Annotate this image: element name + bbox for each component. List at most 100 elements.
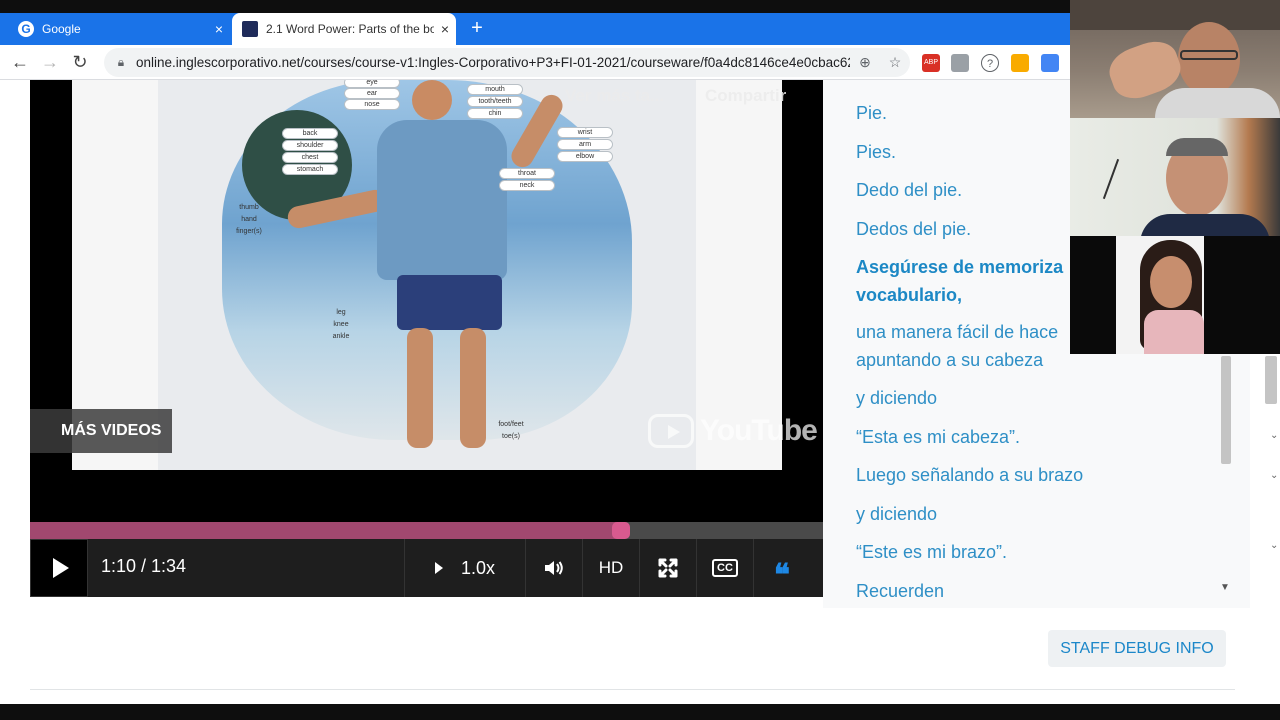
bottom-black-strip — [0, 704, 1280, 720]
person-head — [412, 80, 452, 120]
cc-icon: CC — [712, 559, 738, 577]
label-wrist: wrist — [557, 127, 613, 138]
label-fingers: finger(s) — [236, 228, 262, 235]
zoom-icon[interactable]: ⊕ — [850, 54, 880, 71]
webcam-participant-3 — [1070, 236, 1280, 354]
captions-button[interactable]: CC — [696, 539, 753, 597]
quote-icon: ❝ — [773, 557, 791, 593]
label-toes: toe(s) — [502, 433, 520, 440]
tab-title: 2.1 Word Power: Parts of the bod — [266, 22, 434, 36]
person-shirt — [377, 120, 507, 280]
address-bar[interactable]: 🔒︎ online.inglescorporativo.net/courses/… — [104, 48, 910, 77]
youtube-logo[interactable]: YouTube — [648, 413, 818, 449]
tab-google[interactable]: G Google × — [8, 13, 230, 45]
chevron-icon: ⌄ — [1270, 540, 1279, 551]
tab-title: Google — [42, 22, 81, 36]
label-chest: chest — [282, 152, 338, 163]
label-chin: chin — [467, 108, 523, 119]
transcript-line[interactable]: Luego señalando a su brazo — [856, 461, 1083, 489]
label-nose: nose — [344, 99, 400, 110]
close-tab-icon[interactable]: × — [208, 21, 230, 37]
play-button[interactable] — [30, 539, 88, 597]
close-tab-icon[interactable]: × — [434, 21, 456, 37]
chevron-icon: ⌄ — [1270, 430, 1279, 441]
transcript-line[interactable]: y diciendo — [856, 500, 937, 528]
youtube-wordmark: YouTube — [700, 414, 818, 447]
hd-button[interactable]: HD — [582, 539, 639, 597]
participant-face — [1150, 256, 1192, 308]
transcript-line[interactable]: vocabulario, — [856, 281, 962, 309]
speed-play-icon — [434, 562, 443, 574]
pen-extension-icon[interactable] — [1041, 54, 1059, 72]
label-back: back — [282, 128, 338, 139]
video-player[interactable]: eye ear nose mouth tooth/teeth chin back… — [30, 80, 823, 470]
site-favicon-icon — [242, 21, 258, 37]
label-eye: eye — [344, 80, 400, 88]
scroll-down-arrow-icon[interactable]: ▼ — [1220, 582, 1230, 593]
screen: G Google × 2.1 Word Power: Parts of the … — [0, 0, 1280, 720]
reload-icon[interactable]: ↻ — [66, 45, 94, 80]
label-hand: hand — [241, 216, 257, 223]
transcript-toggle-button[interactable]: ❝ — [753, 539, 810, 597]
label-arm: arm — [557, 139, 613, 150]
new-tab-button[interactable]: + — [466, 17, 488, 39]
player-controls: 1:10 / 1:34 1.0x HD CC ❝ — [30, 539, 823, 597]
time-display: 1:10 / 1:34 — [101, 555, 187, 576]
video-frame-illustration: eye ear nose mouth tooth/teeth chin back… — [72, 80, 782, 470]
person-shorts — [397, 275, 502, 330]
more-videos-button[interactable]: MÁS VIDEOS — [30, 409, 172, 453]
fullscreen-button[interactable] — [639, 539, 696, 597]
progress-played — [30, 522, 621, 539]
watch-later-overlay[interactable]: Ver más ta... — [565, 86, 664, 106]
progress-scrubber[interactable] — [612, 522, 630, 539]
label-stomach: stomach — [282, 164, 338, 175]
label-knee: knee — [333, 321, 349, 328]
volume-button[interactable] — [525, 539, 582, 597]
speed-value: 1.0x — [460, 557, 496, 578]
label-mouth: mouth — [467, 84, 523, 95]
transcript-line[interactable]: una manera fácil de hace — [856, 318, 1058, 346]
help-extension-icon[interactable]: ? — [981, 54, 999, 72]
google-icon: G — [18, 21, 34, 37]
adblock-extension-icon[interactable]: ABP — [922, 54, 940, 72]
label-shoulder: shoulder — [282, 140, 338, 151]
transcript-line[interactable]: y diciendo — [856, 384, 937, 412]
chevron-icon: ⌄ — [1270, 470, 1279, 481]
fullscreen-icon — [658, 558, 678, 578]
back-arrow-icon[interactable]: ← — [6, 45, 34, 80]
transcript-line[interactable]: Dedos del pie. — [856, 215, 971, 243]
bookmark-star-icon[interactable]: ☆ — [880, 54, 910, 71]
label-neck: neck — [499, 180, 555, 191]
label-ear: ear — [344, 88, 400, 99]
label-leg: leg — [336, 309, 346, 316]
divider — [30, 689, 1235, 690]
label-ankle: ankle — [332, 333, 350, 340]
page-scrollbar-thumb[interactable] — [1265, 356, 1277, 404]
transcript-scrollbar-thumb[interactable] — [1221, 356, 1231, 464]
url-text: online.inglescorporativo.net/courses/cou… — [136, 55, 850, 70]
forward-arrow-icon[interactable]: → — [36, 45, 64, 80]
webcam-participant-1 — [1070, 0, 1280, 118]
share-overlay[interactable]: Compartir — [705, 86, 786, 106]
transcript-line[interactable]: apuntando a su cabeza — [856, 346, 1043, 374]
transcript-line[interactable]: Pie. — [856, 99, 887, 127]
video-letterbox — [30, 470, 823, 522]
transcript-line[interactable]: Pies. — [856, 138, 896, 166]
extension-icon[interactable] — [951, 54, 969, 72]
label-teeth: tooth/teeth — [467, 96, 523, 107]
label-elbow: elbow — [557, 151, 613, 162]
transcript-line[interactable]: Dedo del pie. — [856, 176, 962, 204]
progress-bar[interactable] — [30, 522, 823, 539]
volume-icon — [545, 561, 563, 575]
transcript-line[interactable]: Asegúrese de memoriza — [856, 253, 1063, 281]
transcript-line[interactable]: “Este es mi brazo”. — [856, 538, 1007, 566]
transcript-line[interactable]: Recuerden — [856, 577, 944, 605]
staff-debug-info-button[interactable]: STAFF DEBUG INFO — [1048, 630, 1226, 667]
transcript-line[interactable]: “Esta es mi cabeza”. — [856, 423, 1020, 451]
speed-button[interactable]: 1.0x — [404, 539, 525, 597]
label-throat: throat — [499, 168, 555, 179]
thumbs-up-extension-icon[interactable] — [1011, 54, 1029, 72]
tab-word-power[interactable]: 2.1 Word Power: Parts of the bod × — [232, 13, 456, 45]
label-thumb: thumb — [239, 204, 259, 211]
youtube-play-icon — [648, 414, 694, 448]
